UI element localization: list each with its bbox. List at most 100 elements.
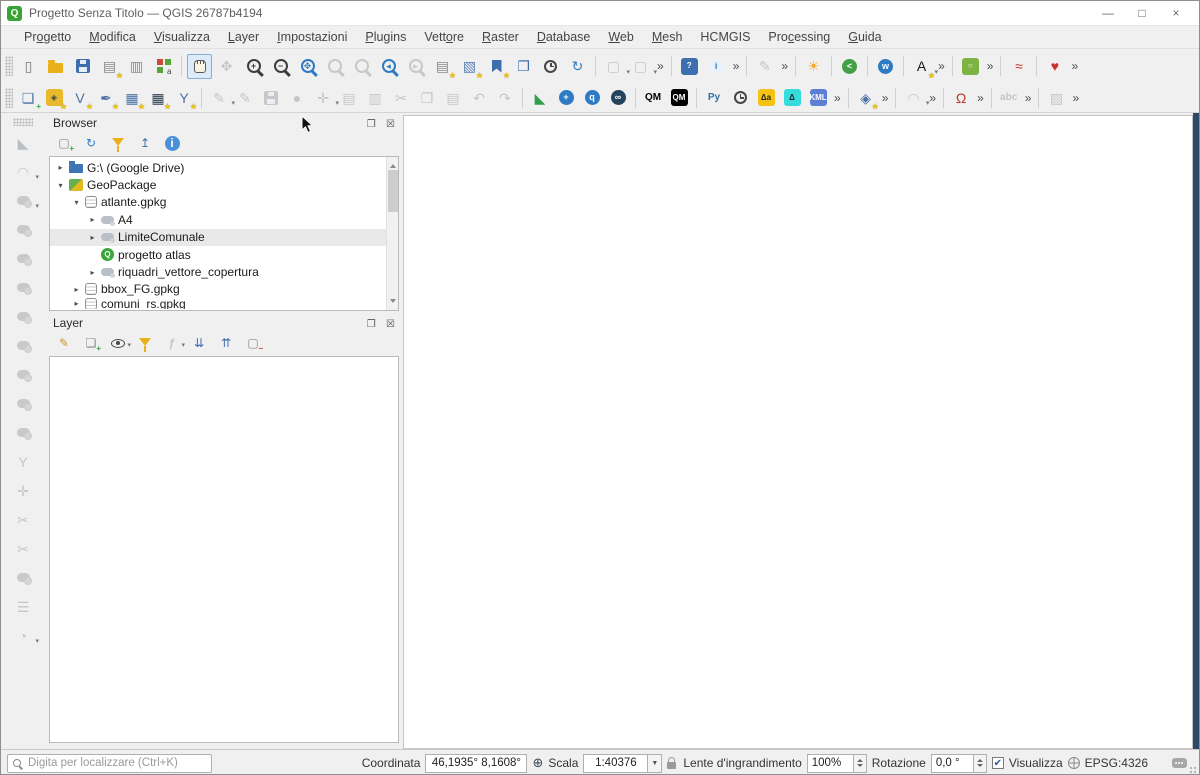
style-manager-button[interactable] [151, 54, 176, 79]
browser-close-button[interactable]: ☒ [386, 119, 395, 130]
new-project-button[interactable]: ▯ [16, 54, 41, 79]
pan-map-button[interactable] [187, 53, 212, 79]
magnifier-spinner[interactable]: 100% [806, 753, 867, 773]
plugins2-overflow-button[interactable]: » [831, 91, 844, 105]
scroll-thumb[interactable] [387, 170, 398, 212]
layers-close-button[interactable]: ☒ [386, 319, 395, 330]
browser-item-g-google-drive[interactable]: ▸ G:\ (Google Drive) [50, 159, 386, 176]
toolbar-grip[interactable] [13, 118, 33, 126]
menu-processing[interactable]: Processing [759, 28, 839, 46]
scale-value[interactable]: 1:40376 [583, 753, 648, 773]
share-plugin-button[interactable]: < [837, 54, 862, 79]
menu-visualizza[interactable]: Visualizza [145, 28, 219, 46]
dropdown-arrow-icon[interactable]: ▾ [935, 68, 939, 76]
expander-icon[interactable]: ▸ [72, 299, 81, 308]
scale-combo[interactable]: 1:40376 ▼ [583, 753, 663, 773]
browser-scrollbar[interactable] [386, 157, 398, 310]
layer-labeling-options-button[interactable]: A ★ ▾ [909, 54, 938, 79]
browser-item-a4[interactable]: ▸ A4 [50, 211, 386, 228]
scroll-up-icon[interactable] [389, 161, 396, 168]
dropdown-arrow-icon[interactable]: ▾ [181, 341, 185, 349]
dropdown-arrow-icon[interactable]: ▾ [653, 68, 657, 76]
resize-grip[interactable] [1189, 766, 1197, 774]
coordinate-field[interactable]: 46,1935° 8,1608° [425, 753, 528, 773]
show-spatial-bookmarks-button[interactable]: ❐ [511, 54, 536, 79]
layers-float-button[interactable]: ❐ [367, 319, 376, 330]
menu-plugins[interactable]: Plugins [356, 28, 415, 46]
new-map-view-button[interactable]: ▤ ★ [430, 54, 456, 79]
refresh-browser-button[interactable]: ↻ [82, 134, 100, 152]
open-layer-styling-button[interactable]: ✎ [55, 334, 73, 352]
sun-calc-plugin-button[interactable]: ☀ [801, 54, 826, 79]
menu-progetto[interactable]: Progetto [15, 28, 80, 46]
snapping-toggle-button[interactable]: Ω [949, 86, 973, 110]
qm-console-plugin-button[interactable]: QM [667, 86, 691, 110]
menu-mesh[interactable]: Mesh [643, 28, 692, 46]
labels-overflow-button[interactable]: » [778, 59, 791, 73]
zoom-full-extent-button[interactable]: ✥ [295, 54, 320, 79]
add-selected-layers-button[interactable]: ▢ + [55, 134, 74, 153]
menu-raster[interactable]: Raster [473, 28, 528, 46]
globe-search-button[interactable]: ∞ [606, 86, 630, 110]
vertex-tool-button[interactable]: ◈ ★ [854, 86, 878, 111]
zoom-out-button[interactable]: − [268, 54, 293, 79]
magnifier-value[interactable]: 100% [806, 753, 853, 773]
browser-item-riquadri-vettore-copertura[interactable]: ▸ riquadri_vettore_copertura [50, 263, 386, 280]
filter-legend-button[interactable] [136, 334, 154, 352]
expander-icon[interactable]: ▾ [72, 198, 81, 207]
menu-vettore[interactable]: Vettore [415, 28, 473, 46]
dropdown-arrow-icon[interactable]: ▾ [35, 202, 39, 210]
toolbar-grip[interactable] [5, 87, 13, 108]
layer-list[interactable] [49, 356, 399, 743]
browser-item-comuni-rs-gpkg[interactable]: ▸ comuni_rs.gpkg [50, 298, 386, 310]
rotation-value[interactable]: 0,0 ° [930, 753, 973, 773]
locator-search[interactable] [7, 753, 212, 773]
expander-icon[interactable]: ▸ [72, 285, 81, 294]
new-geopackage-layer-button[interactable]: ◈ ★ [42, 86, 67, 110]
new-3d-map-view-button[interactable]: ▧ ★ [457, 54, 483, 79]
measure-tool-button[interactable]: ◣ [528, 86, 552, 110]
dropdown-arrow-icon[interactable]: ▾ [926, 99, 930, 107]
mesh-overflow-button[interactable]: » [1069, 91, 1082, 105]
enable-properties-widget-button[interactable]: i [163, 134, 181, 152]
locator-input[interactable] [26, 756, 206, 770]
web-service-plugin-button[interactable]: w [873, 54, 898, 79]
scroll-down-icon[interactable] [389, 299, 396, 306]
new-spatialite-layer-button[interactable]: ✒ ★ [94, 86, 119, 111]
messages-icon[interactable] [1172, 758, 1187, 768]
document-generator-plugin-button[interactable]: ♥ [1042, 54, 1067, 79]
snapping-overflow-button[interactable]: » [974, 91, 987, 105]
annotation-overflow-button[interactable]: » [1022, 91, 1035, 105]
timer-plugin-button[interactable] [728, 86, 752, 110]
menu-web[interactable]: Web [599, 28, 642, 46]
crs-status[interactable]: EPSG:4326 [1085, 756, 1148, 770]
menu-hcmgis[interactable]: HCMGIS [691, 28, 759, 46]
python-console-button[interactable]: Py [702, 86, 726, 110]
browser-item-progetto-atlas[interactable]: Qprogetto atlas [50, 246, 386, 263]
menu-guida[interactable]: Guida [839, 28, 890, 46]
qm-plugin-button[interactable]: QM [641, 86, 665, 110]
delta-attributes-plugin-button[interactable]: Δa [754, 86, 778, 110]
digitizing-overflow-button[interactable]: » [879, 91, 892, 105]
rotation-spinner[interactable]: 0,0 ° [930, 753, 987, 773]
menu-database[interactable]: Database [528, 28, 600, 46]
browser-item-atlante-gpkg[interactable]: ▾ atlante.gpkg [50, 194, 386, 211]
map-canvas[interactable] [403, 115, 1193, 749]
lock-scale-icon[interactable] [667, 756, 677, 769]
dropdown-arrow-icon[interactable]: ▾ [35, 173, 39, 181]
expand-all-layers-button[interactable]: ⇊ [190, 334, 208, 352]
globe-add-layer-button[interactable]: + [554, 86, 578, 110]
new-shapefile-layer-button[interactable]: V ★ [68, 86, 93, 111]
maximize-button[interactable]: □ [1125, 6, 1159, 20]
save-project-button[interactable] [70, 54, 95, 79]
remove-layer-group-button[interactable]: ▢ − [244, 334, 263, 353]
scale-dropdown-icon[interactable]: ▼ [647, 753, 663, 773]
data-plotly-button[interactable]: ≈ [1006, 54, 1031, 79]
coordinate-converter-plugin-button[interactable]: Δ [780, 86, 804, 110]
layout-manager-button[interactable]: ▥ [124, 54, 149, 79]
close-button[interactable]: × [1159, 6, 1193, 20]
zoom-last-button[interactable]: ◂ [376, 54, 401, 79]
extent-toggle-icon[interactable]: ⊕ [532, 755, 543, 771]
browser-float-button[interactable]: ❐ [367, 119, 376, 130]
expander-icon[interactable]: ▸ [88, 233, 97, 242]
